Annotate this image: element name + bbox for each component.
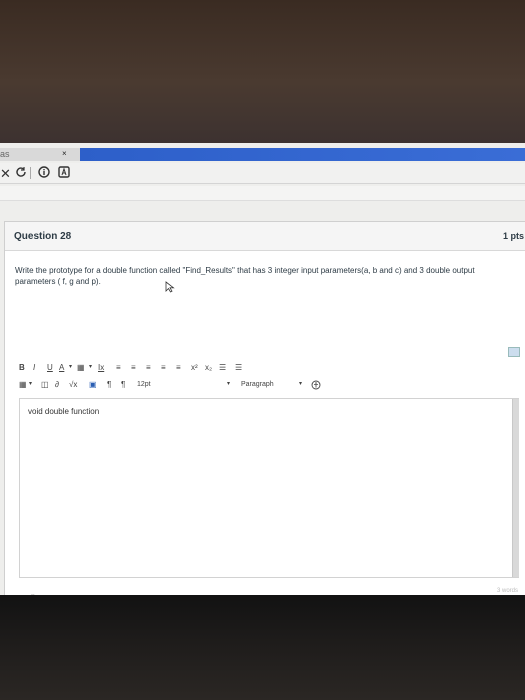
font-size-dropdown-icon[interactable]: ▾ [227, 380, 230, 387]
question-title: Question 28 [14, 231, 72, 242]
browser-tab-title[interactable]: as [0, 149, 10, 159]
answer-text[interactable]: void double function [28, 407, 99, 416]
bold-button[interactable]: B [19, 363, 25, 372]
browser-toolbar: ✕ [0, 163, 525, 184]
bullet-list-button[interactable]: ☰ [219, 363, 226, 372]
question-header: Question 28 1 pts [5, 222, 525, 251]
close-icon[interactable]: ✕ [0, 166, 11, 182]
paragraph-dropdown-icon[interactable]: ▾ [299, 380, 302, 387]
accessibility-icon[interactable] [311, 380, 321, 392]
toolbar-divider [30, 167, 31, 179]
text-color-button[interactable]: A [59, 363, 64, 372]
expand-editor-icon[interactable] [508, 347, 520, 357]
highlight-button[interactable]: ▦ [77, 363, 85, 372]
align-left-button[interactable]: ≡ [116, 363, 121, 372]
subscript-button[interactable]: x₂ [205, 363, 212, 372]
answer-editor[interactable]: void double function [19, 398, 519, 578]
table-button[interactable]: ▦ [19, 380, 27, 389]
refresh-icon[interactable] [15, 166, 27, 181]
question-points: 1 pts [502, 231, 524, 241]
font-size-select[interactable]: 12pt [137, 381, 151, 388]
align-center-button[interactable]: ≡ [131, 363, 136, 372]
extension-icon[interactable] [58, 166, 70, 181]
editor-scrollbar[interactable] [512, 399, 519, 577]
background-wall [0, 0, 525, 150]
align-justify-button[interactable]: ≡ [161, 363, 166, 372]
rte-toolbar-row-2: ▦ ▾ ◫ ∂ √x ▣ ¶ ¶ 12pt ▾ Paragraph ▾ [19, 380, 329, 392]
numbered-list-button[interactable]: ☰ [235, 363, 242, 372]
clear-format-button[interactable]: Ix [98, 363, 104, 372]
browser-window: as × ✕ Question 28 1 pts Write the proto… [0, 143, 525, 595]
superscript-button[interactable]: x² [191, 363, 198, 372]
ltr-button[interactable]: ¶ [107, 380, 111, 389]
indent-button[interactable]: ≡ [176, 363, 181, 372]
tab-bar: as × [0, 148, 525, 161]
page-strip [0, 186, 525, 201]
question-prompt: Write the prototype for a double functio… [15, 266, 475, 286]
rte-toolbar-row-1: B I U A ▾ ▦ ▾ Ix ≡ ≡ ≡ ≡ ≡ x² x₂ ☰ ☰ [19, 363, 329, 375]
highlight-dropdown[interactable]: ▾ [89, 363, 92, 370]
embed-button[interactable]: ◫ [41, 380, 49, 389]
align-right-button[interactable]: ≡ [146, 363, 151, 372]
italic-button[interactable]: I [33, 363, 35, 372]
question-card: Question 28 1 pts Write the prototype fo… [4, 221, 525, 595]
math-button[interactable]: √x [69, 380, 77, 389]
tab-close-icon[interactable]: × [62, 149, 67, 158]
info-icon[interactable] [38, 166, 50, 181]
mouse-pointer-icon [165, 281, 175, 293]
media-button[interactable]: ▣ [89, 380, 97, 389]
monitor-bezel [0, 595, 525, 700]
link-button[interactable]: ∂ [55, 380, 59, 389]
underline-button[interactable]: U [47, 363, 53, 372]
text-color-dropdown[interactable]: ▾ [69, 363, 72, 370]
word-count: 3 words [496, 588, 518, 594]
paragraph-select[interactable]: Paragraph [241, 381, 274, 388]
table-dropdown[interactable]: ▾ [29, 380, 32, 387]
rtl-button[interactable]: ¶ [121, 380, 125, 389]
